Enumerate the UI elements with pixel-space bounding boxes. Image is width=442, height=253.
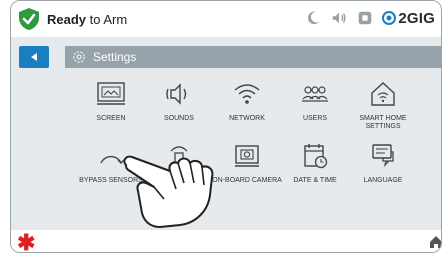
tile-smart-home[interactable]: SMART HOME SETTINGS [343,75,423,143]
back-arrow-icon [31,53,37,61]
pointing-hand-icon [123,155,214,228]
users-icon [302,86,328,102]
calendar-clock-icon [304,144,328,169]
status-bar: Ready to Arm 2GIG [11,1,441,37]
ready-shield-icon [19,8,39,30]
speaker-icon[interactable] [330,9,348,27]
page-header: Settings [65,46,441,68]
smart-home-icon [371,82,395,106]
tile-language[interactable]: LANGUAGE [343,137,423,205]
chat-icon [372,144,394,167]
back-button[interactable] [19,46,49,68]
tile-label: SMART HOME SETTINGS [359,115,407,130]
status-state: Ready [47,12,87,27]
home-icon[interactable] [429,235,442,249]
status-icons: 2GIG [304,9,435,27]
brand-logo-icon [382,11,397,25]
tile-label: NETWORK [229,115,265,122]
tile-label: USERS [302,115,328,122]
status-suffix: to Arm [86,12,128,27]
tile-label: SCREEN [96,115,126,122]
moon-icon[interactable] [304,9,322,27]
page-title: Settings [93,50,137,64]
tile-label: LANGUAGE [363,177,403,184]
screen-icon [97,82,125,105]
wifi-icon [234,84,260,104]
speaker-icon [166,83,187,105]
gear-icon [73,51,85,63]
tile-label: DATE & TIME [293,177,337,184]
tile-label: SOUNDS [164,115,194,122]
brand-logo: 2GIG [382,10,435,27]
asterisk-icon[interactable]: ✱ [17,230,35,252]
wifi-box-icon[interactable] [356,9,374,27]
brand-name: 2GIG [398,9,435,27]
system-status[interactable]: Ready to Arm [47,12,127,27]
